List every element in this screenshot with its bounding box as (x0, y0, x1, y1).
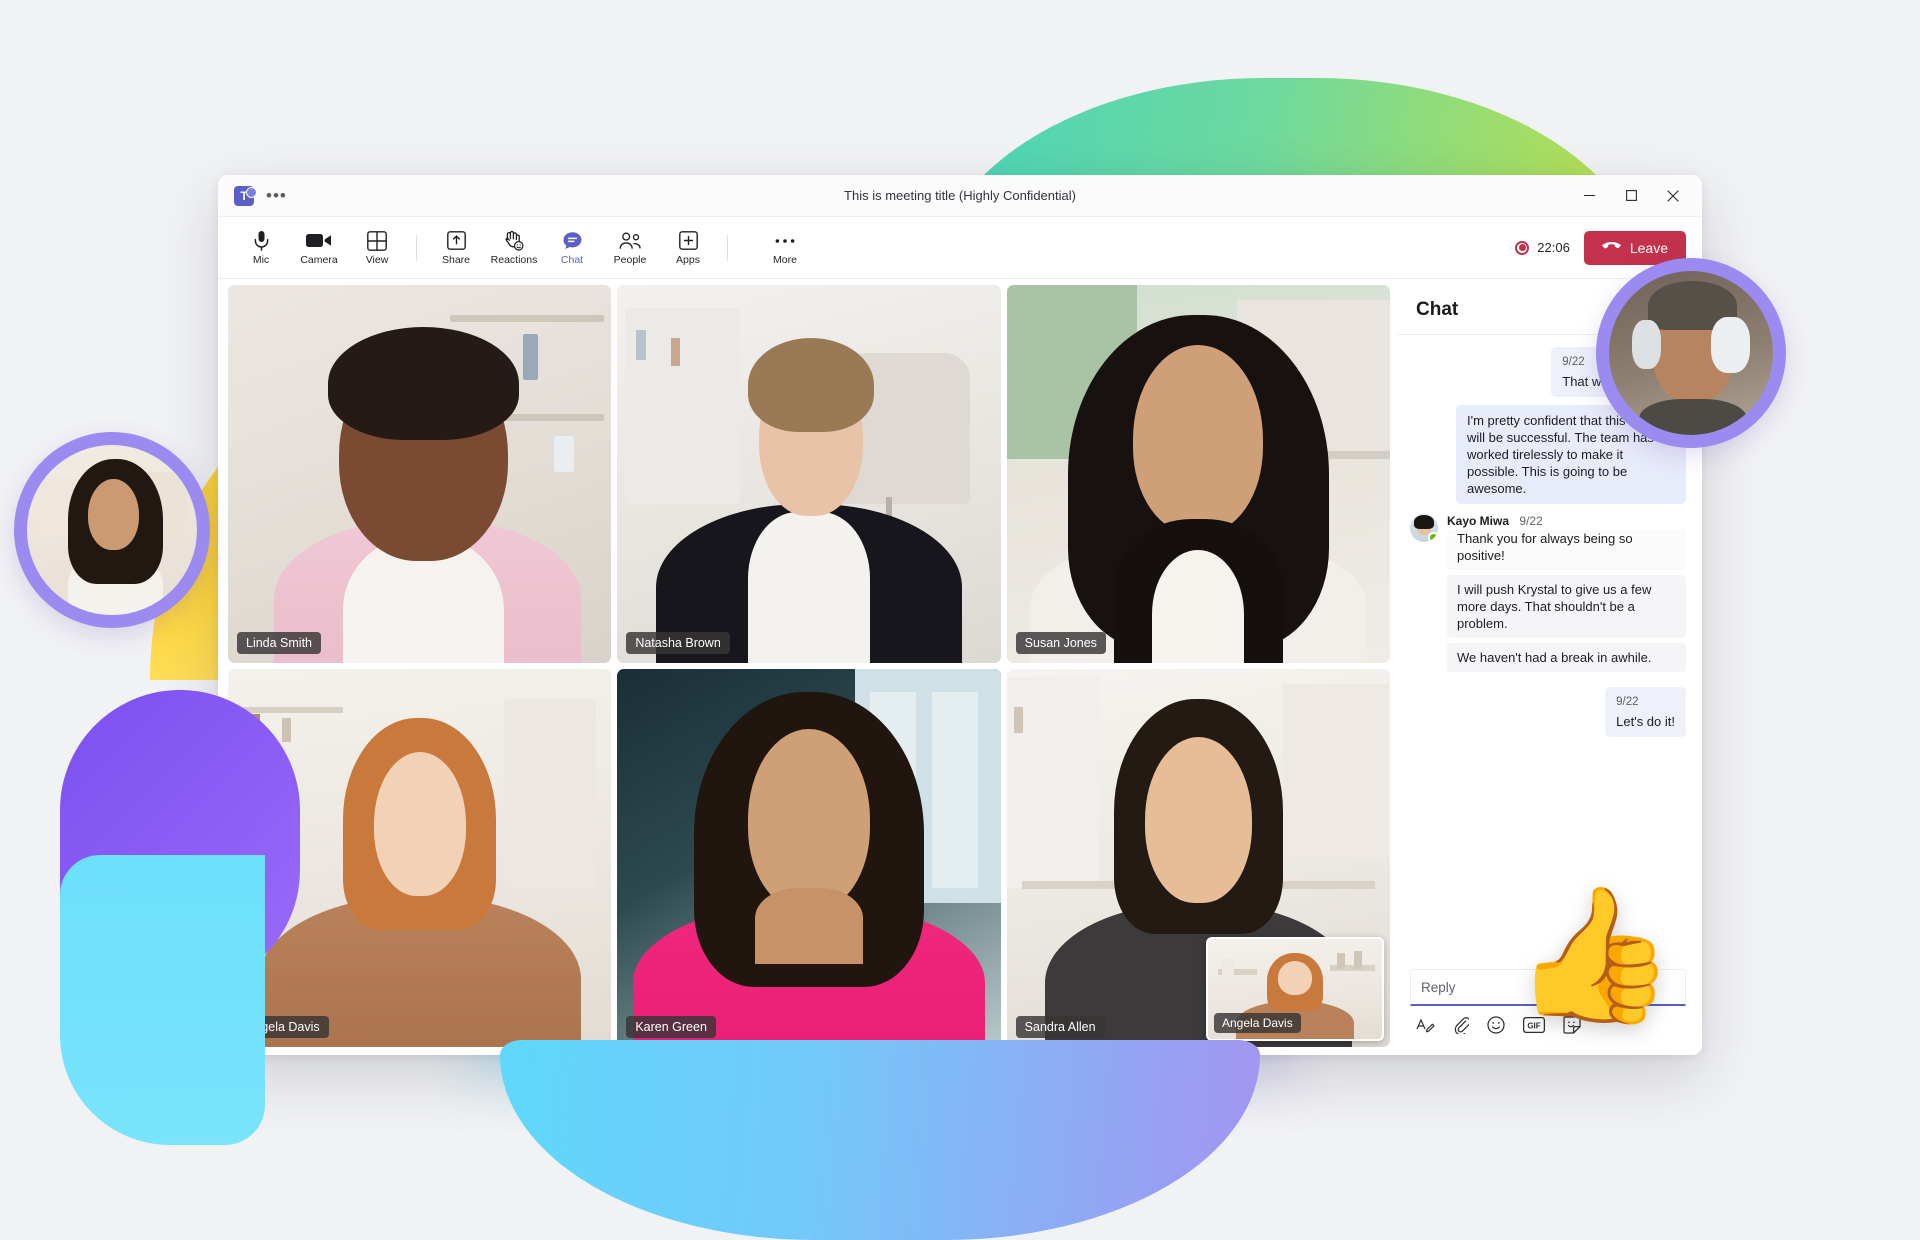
ellipsis-icon (775, 230, 795, 252)
participant-name-label: Sandra Allen (1015, 1016, 1105, 1038)
toolbar-label-people: People (613, 253, 647, 266)
video-tile[interactable]: Angela Davis (228, 669, 612, 1047)
attach-file-icon[interactable] (1453, 1015, 1469, 1035)
microphone-icon (253, 230, 270, 252)
toolbar-button-view[interactable]: View (348, 221, 406, 275)
message-timestamp: 9/22 (1616, 696, 1639, 708)
avatar (1410, 514, 1438, 542)
floating-avatar-right-photo (1609, 271, 1773, 435)
video-tile[interactable]: Karen Green (617, 669, 1001, 1047)
record-dot-icon (1515, 240, 1530, 255)
toolbar-divider-1 (416, 234, 417, 261)
video-grid: Linda Smith Natasha Brown Susan Jones An… (222, 285, 1394, 1047)
toolbar-button-more[interactable]: More (756, 221, 814, 275)
meeting-toolbar: Mic Camera View Share Reactions Chat Peo… (218, 217, 1702, 279)
chat-message-body: Kayo Miwa 9/22 Thank you for always bein… (1447, 514, 1686, 677)
picture-in-picture-tile[interactable]: Angela Davis (1206, 937, 1384, 1041)
toolbar-label-apps: Apps (676, 253, 700, 266)
toolbar-button-people[interactable]: People (601, 221, 659, 275)
toolbar-divider-2 (727, 234, 728, 261)
toolbar-button-apps[interactable]: Apps (659, 221, 717, 275)
teams-meeting-window: T ••• This is meeting title (Highly Conf… (218, 175, 1702, 1055)
recording-indicator: 22:06 (1515, 240, 1570, 255)
grid-view-icon (367, 230, 387, 252)
participant-name-label: Angela Davis (237, 1016, 329, 1038)
toolbar-label-camera: Camera (300, 253, 338, 266)
message-text: Let's do it! (1616, 714, 1675, 729)
recording-timer: 22:06 (1537, 240, 1570, 255)
pip-name-label: Angela Davis (1214, 1013, 1301, 1033)
toolbar-button-reactions[interactable]: Reactions (485, 221, 543, 275)
decor-blob-bottom (500, 1040, 1260, 1240)
toolbar-label-more: More (773, 253, 797, 266)
toolbar-button-camera[interactable]: Camera (290, 221, 348, 275)
toolbar-button-chat[interactable]: Chat (543, 221, 601, 275)
participant-name-label: Linda Smith (237, 632, 322, 654)
toolbar-button-share[interactable]: Share (427, 221, 485, 275)
video-feed (1006, 285, 1390, 663)
toolbar-label-share: Share (441, 253, 471, 266)
chat-bubble: I will push Krystal to give us a few mor… (1447, 575, 1686, 638)
thumbs-up-reaction-icon: 👍 (1512, 881, 1677, 1028)
video-feed (228, 285, 612, 663)
screenshot-canvas: T ••• This is meeting title (Highly Conf… (0, 0, 1920, 1240)
chat-message-incoming: Kayo Miwa 9/22 Thank you for always bein… (1410, 514, 1686, 677)
camera-icon (306, 230, 332, 252)
raised-hand-icon (503, 230, 525, 252)
meeting-body: Linda Smith Natasha Brown Susan Jones An… (218, 279, 1702, 1055)
presence-available-icon (1428, 532, 1438, 542)
floating-avatar-left[interactable] (14, 432, 210, 628)
message-meta: Kayo Miwa 9/22 (1447, 514, 1686, 528)
toolbar-label-mic: Mic (252, 253, 270, 266)
chat-message-outgoing: 9/22 Let's do it! (1410, 687, 1686, 737)
toolbar-label-reactions: Reactions (490, 253, 538, 266)
leave-button-label: Leave (1629, 239, 1668, 256)
floating-avatar-left-photo (27, 445, 197, 615)
toolbar-label-chat: Chat (560, 253, 584, 266)
format-text-icon[interactable] (1416, 1015, 1435, 1035)
chat-bubble: We haven't had a break in awhile. (1447, 643, 1686, 672)
chat-panel-title: Chat (1416, 298, 1459, 320)
message-author: Kayo Miwa (1447, 514, 1510, 528)
toolbar-button-mic[interactable]: Mic (232, 221, 290, 275)
chat-bubble: Thank you for always being so positive! (1447, 530, 1686, 570)
plus-box-icon (678, 230, 698, 252)
people-icon (619, 230, 642, 252)
emoji-icon[interactable] (1487, 1015, 1505, 1035)
participant-name-label: Susan Jones (1015, 632, 1106, 654)
title-bar: T ••• This is meeting title (Highly Conf… (218, 175, 1702, 217)
participant-name-label: Natasha Brown (626, 632, 730, 654)
video-feed (617, 669, 1001, 1047)
video-tile[interactable]: Sandra Allen Angela Davis (1006, 669, 1390, 1047)
chat-bubble: 9/22 Let's do it! (1605, 687, 1686, 737)
toolbar-label-view: View (365, 253, 389, 266)
toolbar-right-group: 22:06 Leave (1515, 230, 1686, 265)
video-tile[interactable]: Susan Jones (1006, 285, 1390, 663)
participant-name-label: Karen Green (626, 1016, 716, 1038)
video-feed (228, 669, 612, 1047)
video-tile[interactable]: Natasha Brown (617, 285, 1001, 663)
chat-bubble-icon (562, 230, 583, 252)
message-timestamp: 9/22 (1519, 514, 1543, 528)
video-feed (617, 285, 1001, 663)
hangup-icon (1601, 242, 1621, 249)
floating-avatar-right[interactable] (1596, 258, 1786, 448)
share-up-arrow-icon (446, 230, 466, 252)
meeting-title: This is meeting title (Highly Confidenti… (844, 188, 1076, 203)
video-tile[interactable]: Linda Smith (228, 285, 612, 663)
